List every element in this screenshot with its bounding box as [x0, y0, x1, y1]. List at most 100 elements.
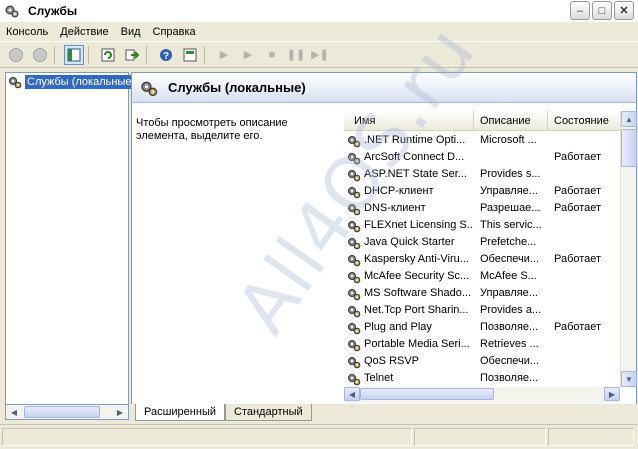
scroll-left-icon[interactable]: ◀ — [6, 405, 22, 419]
tab-extended[interactable]: Расширенный — [135, 404, 225, 421]
table-row[interactable]: ArcSoft Connect D... Работает — [344, 149, 624, 166]
forward-button[interactable] — [30, 45, 50, 65]
services-panel: Службы (локальные) Чтобы просмотреть опи… — [131, 72, 637, 420]
table-row[interactable]: DNS-клиент Разрешае... Работает — [344, 200, 624, 217]
status-segment — [548, 428, 634, 446]
service-state-cell — [548, 285, 624, 302]
service-gear-icon — [348, 271, 361, 283]
table-row[interactable]: MS Software Shado... Управляе... — [344, 285, 624, 302]
menu-view[interactable]: Вид — [115, 26, 147, 38]
help-button[interactable]: ? — [156, 45, 176, 65]
stop-service-button[interactable]: ■ — [262, 45, 282, 65]
service-state-cell: Работает — [554, 202, 602, 214]
close-button[interactable]: ✕ — [614, 1, 634, 20]
table-row[interactable]: Net.Tcp Port Sharin... Provides a... — [344, 302, 624, 319]
column-header-description[interactable]: Описание — [474, 111, 548, 131]
properties-button[interactable] — [180, 45, 200, 65]
show-hide-tree-button[interactable] — [64, 44, 84, 65]
tab-standard[interactable]: Стандартный — [225, 404, 312, 421]
refresh-button[interactable] — [98, 45, 118, 65]
pause-service-button[interactable]: ❚❚ — [286, 45, 306, 65]
table-row[interactable]: QoS RSVP Обеспечи... — [344, 353, 624, 370]
back-icon — [9, 47, 23, 62]
service-name-cell: DNS-клиент — [344, 200, 474, 217]
table-row[interactable]: Kaspersky Anti-Viru... Обеспечи... Работае… — [344, 251, 624, 268]
menu-console[interactable]: Консоль — [0, 26, 54, 38]
export-list-button[interactable] — [122, 45, 142, 65]
service-gear-icon — [348, 135, 361, 147]
service-state-cell: Работает — [554, 151, 602, 163]
service-gear-icon — [348, 186, 361, 198]
service-state-cell: Работает — [554, 253, 602, 265]
table-row[interactable]: McAfee Security Sc... McAfee S... — [344, 268, 624, 285]
service-name-cell: Telnet — [344, 370, 474, 387]
scroll-down-icon[interactable]: ▼ — [621, 371, 637, 387]
refresh-icon — [101, 48, 115, 61]
list-horizontal-scrollbar[interactable]: ◀ ▶ — [344, 387, 620, 403]
service-name: DHCP-клиент — [364, 185, 434, 197]
start-service-alt-button[interactable]: ▶ — [238, 45, 258, 65]
maximize-button[interactable]: □ — [592, 1, 612, 20]
tree-horizontal-scrollbar[interactable]: ◀ ▶ — [5, 404, 129, 420]
service-name-cell: ArcSoft Connect D... — [344, 149, 474, 166]
back-button[interactable] — [6, 45, 26, 65]
service-state-cell — [548, 166, 624, 183]
table-row[interactable]: Portable Media Seri... Retrieves ... — [344, 336, 624, 353]
service-state-cell — [548, 132, 624, 149]
service-name-cell: Net.Tcp Port Sharin... — [344, 302, 474, 319]
table-row[interactable]: FLEXnet Licensing S... This servic... — [344, 217, 624, 234]
service-description-cell: Prefetche... — [480, 236, 537, 248]
tree-item-services-local[interactable]: Службы (локальные — [8, 75, 134, 89]
scroll-left-icon[interactable]: ◀ — [344, 387, 360, 401]
services-gear-icon — [141, 81, 158, 96]
table-row[interactable]: Telnet Позволяе... — [344, 370, 624, 387]
table-row[interactable]: ASP.NET State Ser... Provides s... — [344, 166, 624, 183]
service-description-cell: Microsoft ... — [480, 134, 537, 146]
list-vertical-scrollbar[interactable]: ▲ ▼ — [620, 111, 637, 387]
service-name: FLEXnet Licensing S... — [364, 219, 474, 231]
service-gear-icon — [348, 237, 361, 249]
menu-bar: Консоль Действие Вид Справка — [0, 22, 638, 42]
minimize-button[interactable]: – — [570, 1, 590, 20]
service-description-cell: McAfee S... — [480, 270, 537, 282]
status-bar — [0, 424, 638, 449]
table-row[interactable]: DHCP-клиент Управляе... Работает — [344, 183, 624, 200]
properties-icon — [183, 48, 197, 61]
service-description-cell: Provides s... — [480, 168, 541, 180]
panel-description: Чтобы просмотреть описание элемента, выд… — [136, 117, 288, 142]
service-state-cell — [548, 268, 624, 285]
service-name-cell: .NET Runtime Opti... — [344, 132, 474, 149]
window-title: Службы — [28, 4, 78, 18]
table-row[interactable]: .NET Runtime Opti... Microsoft ... — [344, 132, 624, 149]
service-description-cell: Позволяе... — [480, 321, 539, 333]
service-gear-icon — [348, 322, 361, 334]
scroll-thumb[interactable] — [24, 406, 100, 418]
scroll-up-icon[interactable]: ▲ — [621, 111, 637, 127]
toolbar-separator — [88, 45, 94, 64]
service-name: Plug and Play — [364, 321, 432, 333]
scroll-right-icon[interactable]: ▶ — [112, 405, 128, 419]
service-name: QoS RSVP — [364, 355, 420, 367]
svg-text:?: ? — [163, 51, 169, 62]
service-description-cell: This servic... — [480, 219, 542, 231]
menu-help[interactable]: Справка — [147, 26, 202, 38]
service-name-cell: QoS RSVP — [344, 353, 474, 370]
table-row[interactable]: Java Quick Starter Prefetche... — [344, 234, 624, 251]
list-rows: .NET Runtime Opti... Microsoft ... ArcSoft… — [344, 132, 624, 387]
restart-service-button[interactable]: ▶❚ — [310, 45, 330, 65]
scroll-thumb[interactable] — [360, 388, 494, 400]
service-name: Net.Tcp Port Sharin... — [364, 304, 469, 316]
table-row[interactable]: Plug and Play Позволяе... Работает — [344, 319, 624, 336]
scroll-thumb[interactable] — [621, 129, 637, 167]
services-gear-icon — [5, 5, 19, 18]
service-state-cell — [548, 234, 624, 251]
show-hide-tree-icon — [67, 48, 81, 61]
start-service-button[interactable]: ▶ — [214, 45, 234, 65]
menu-action[interactable]: Действие — [54, 26, 114, 38]
column-header-state[interactable]: Состояние — [548, 111, 624, 131]
service-name-cell: McAfee Security Sc... — [344, 268, 474, 285]
list-header: Имя Описание Состояние — [344, 111, 624, 131]
scroll-right-icon[interactable]: ▶ — [604, 387, 620, 401]
column-header-name[interactable]: Имя — [344, 111, 474, 131]
toolbar-separator — [146, 45, 152, 64]
